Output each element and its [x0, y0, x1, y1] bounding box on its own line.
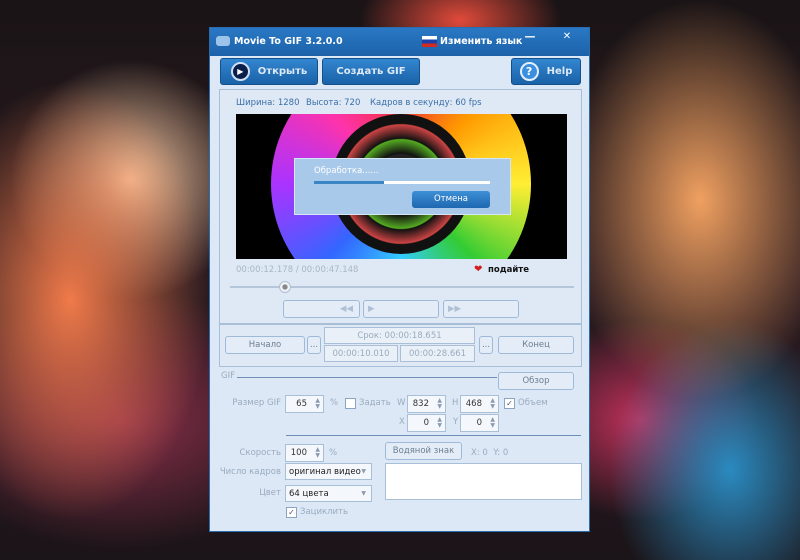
rewind-button[interactable]: ◀◀ — [283, 300, 360, 318]
window-title: Movie To GIF 3.2.0.0 — [234, 36, 343, 47]
preview-panel: Ширина: 1280 Высота: 720 Кадров в секунд… — [219, 89, 582, 324]
rewind-icon: ◀◀ — [339, 304, 353, 314]
y-label: Y — [453, 417, 459, 427]
start-time-field[interactable]: 00:00:10.010 — [324, 345, 398, 362]
info-width: Ширина: 1280 — [236, 98, 300, 108]
frames-dropdown[interactable]: оригинал видео ▼ — [285, 463, 372, 480]
open-button[interactable]: ▶ Открыть — [220, 58, 318, 85]
frames-label: Число кадров — [219, 467, 281, 477]
loop-label: Зациклить — [300, 507, 349, 517]
info-fps: Кадров в секунду: 60 fps — [370, 98, 482, 108]
width-spinner[interactable]: 832 ▲ ▼ — [407, 395, 446, 413]
percent-label: % — [330, 398, 339, 408]
change-language-link[interactable]: Изменить язык — [440, 36, 522, 47]
divider — [237, 377, 497, 378]
play-icon: ▶ — [368, 304, 375, 314]
end-more-button[interactable]: ... — [479, 336, 493, 354]
russian-flag-icon — [422, 36, 437, 47]
end-time-field[interactable]: 00:00:28.661 — [400, 345, 475, 362]
watermark-button[interactable]: Водяной знак — [385, 442, 462, 460]
info-height: Высота: 720 — [306, 98, 361, 108]
progress-fill — [314, 181, 385, 184]
time-display: 00:00:12.178 / 00:00:47.148 — [236, 265, 359, 275]
height-value: 468 — [465, 399, 482, 409]
app-window: Movie To GIF 3.2.0.0 Изменить язык — ✕ ▶… — [209, 27, 590, 532]
help-button[interactable]: ? Help — [511, 58, 581, 85]
start-more-button[interactable]: ... — [307, 336, 321, 354]
size-value: 65 — [296, 399, 307, 409]
create-gif-button[interactable]: Создать GIF — [322, 58, 420, 85]
create-gif-label: Создать GIF — [336, 66, 406, 77]
width-value: 832 — [412, 399, 429, 409]
loop-checkbox[interactable]: ✓ — [286, 507, 297, 518]
range-panel: Начало ... Срок: 00:00:18.651 00:00:10.0… — [219, 324, 582, 367]
w-label: W — [397, 398, 406, 408]
speed-label: Скорость — [239, 448, 282, 458]
gif-settings: GIF Обзор Размер GIF 65 ▲ ▼ % Задать W 832… — [210, 367, 589, 531]
set-checkbox[interactable] — [345, 398, 356, 409]
spinner-arrows-icon: ▲ ▼ — [437, 397, 442, 410]
cancel-button[interactable]: Отмена — [412, 191, 490, 208]
gif-section-label: GIF — [221, 371, 235, 381]
heart-icon: ❤ — [474, 264, 483, 275]
x-spinner[interactable]: 0 ▲ ▼ — [407, 414, 446, 432]
forward-button[interactable]: ▶▶ — [443, 300, 519, 318]
processing-text: Обработка...... — [314, 166, 379, 176]
height-spinner[interactable]: 468 ▲ ▼ — [460, 395, 499, 413]
help-icon: ? — [519, 62, 539, 81]
chevron-down-icon: ▼ — [361, 490, 366, 497]
speed-spinner[interactable]: 100 ▲ ▼ — [285, 444, 324, 462]
spinner-arrows-icon: ▲ ▼ — [490, 416, 495, 429]
y-value: 0 — [476, 418, 482, 428]
progress-bar — [314, 181, 490, 184]
speed-value: 100 — [290, 448, 307, 458]
y-spinner[interactable]: 0 ▲ ▼ — [460, 414, 499, 432]
end-button[interactable]: Конец — [498, 336, 574, 354]
watermark-text-area[interactable] — [385, 463, 582, 500]
donate-link[interactable]: подайте — [488, 265, 529, 275]
spinner-arrows-icon: ▲ ▼ — [315, 446, 320, 459]
h-label: H — [452, 398, 459, 408]
spinner-arrows-icon: ▲ ▼ — [315, 397, 320, 410]
browse-button[interactable]: Обзор — [498, 372, 574, 390]
help-label: Help — [546, 66, 573, 77]
divider — [286, 435, 581, 436]
app-logo-icon — [216, 36, 230, 46]
watermark-position: X: 0 Y: 0 — [471, 448, 509, 458]
color-value: 64 цвета — [289, 488, 329, 499]
set-label: Задать — [359, 398, 391, 408]
close-button[interactable]: ✕ — [547, 28, 587, 46]
start-button[interactable]: Начало — [225, 336, 305, 354]
volume-label: Объем — [518, 398, 548, 408]
play-button[interactable]: ▶ — [363, 300, 439, 318]
x-value: 0 — [423, 418, 429, 428]
color-label: Цвет — [259, 488, 281, 498]
play-icon: ▶ — [230, 62, 250, 81]
size-spinner[interactable]: 65 ▲ ▼ — [285, 395, 324, 413]
size-label: Размер GIF — [232, 398, 281, 408]
open-label: Открыть — [257, 66, 308, 77]
seek-thumb[interactable] — [279, 281, 292, 293]
speed-percent-label: % — [329, 448, 338, 458]
x-label: X — [399, 417, 405, 427]
minimize-button[interactable]: — — [515, 28, 545, 46]
processing-dialog: Обработка...... Отмена — [294, 158, 511, 215]
title-bar[interactable]: Movie To GIF 3.2.0.0 Изменить язык — ✕ — [210, 28, 589, 56]
duration-display: Срок: 00:00:18.651 — [324, 327, 475, 344]
forward-icon: ▶▶ — [448, 304, 462, 314]
color-dropdown[interactable]: 64 цвета ▼ — [285, 485, 372, 502]
volume-checkbox[interactable]: ✓ — [504, 398, 515, 409]
chevron-down-icon: ▼ — [361, 468, 366, 475]
spinner-arrows-icon: ▲ ▼ — [490, 397, 495, 410]
frames-value: оригинал видео — [289, 466, 361, 477]
spinner-arrows-icon: ▲ ▼ — [437, 416, 442, 429]
